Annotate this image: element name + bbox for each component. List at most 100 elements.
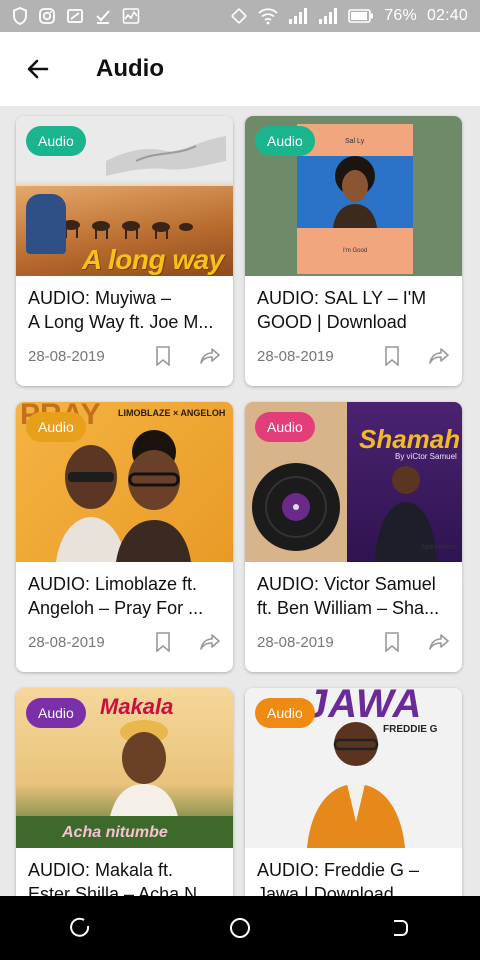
art-title: I'm Good: [343, 248, 368, 254]
card-actions: [384, 346, 450, 366]
post-thumbnail[interactable]: Makala Acha nitumbe Audio: [16, 688, 233, 848]
category-badge: Audio: [26, 698, 86, 728]
share-icon: [200, 348, 220, 364]
download-done-icon: [94, 7, 112, 25]
post-title-line1: AUDIO: Limoblaze ft.: [28, 574, 198, 594]
art-title: Shamah: [359, 424, 461, 454]
post-title[interactable]: AUDIO: Victor Samuel ft. Ben William – S…: [257, 572, 450, 620]
app-bar: Audio: [0, 32, 480, 106]
post-thumbnail[interactable]: Shamah By viCtor Samuel Apex Music Audio: [245, 402, 462, 562]
art-subtitle: FREDDIE G: [383, 724, 438, 735]
post-title-line2: Ester Shilla – Acha N...: [28, 884, 213, 896]
status-left-icons: [12, 7, 140, 25]
post-title-line1: AUDIO: SAL LY – I'M: [257, 288, 427, 308]
post-date: 28-08-2019: [28, 347, 105, 365]
post-card[interactable]: PRAY LIMOBLAZE × ANGELOH Audio AUDIO: Li…: [16, 402, 233, 672]
face-silhouette: [325, 156, 385, 228]
system-nav-bar: [0, 896, 480, 960]
category-badge: Audio: [255, 698, 315, 728]
back-button[interactable]: [22, 53, 54, 85]
post-card[interactable]: JAWA FREDDIE G Audio AUDIO: Freddie G – …: [245, 688, 462, 896]
post-title-line2: A Long Way ft. Joe M...: [28, 312, 214, 332]
card-footer: 28-08-2019: [28, 346, 221, 366]
share-button[interactable]: [428, 346, 450, 366]
post-thumbnail[interactable]: JAWA FREDDIE G Audio: [245, 688, 462, 848]
art-title: LIMOBLAZE × ANGELOH: [118, 408, 226, 418]
post-title-line2: ft. Ben William – Sha...: [257, 598, 440, 618]
vinyl-record: [251, 462, 341, 552]
back-nav-button[interactable]: [380, 908, 420, 948]
recents-icon: [70, 917, 90, 937]
post-title-line2: Jawa | Download: [257, 884, 394, 896]
home-button[interactable]: [220, 908, 260, 948]
instagram-icon: [38, 7, 56, 25]
share-button[interactable]: [428, 632, 450, 652]
card-actions: [155, 632, 221, 652]
screenshot-icon: [66, 7, 84, 25]
wifi-icon: [258, 7, 278, 25]
share-button[interactable]: [199, 632, 221, 652]
page-title: Audio: [96, 55, 164, 82]
category-badge: Audio: [255, 126, 315, 156]
post-card[interactable]: Sal Ly I'm Good Audio AUDIO: SAL LY – I'…: [245, 116, 462, 386]
bookmark-button[interactable]: [155, 346, 171, 366]
rotation-lock-icon: [230, 7, 248, 25]
back-nav-icon: [394, 920, 408, 936]
camel-caravan: [56, 211, 196, 241]
post-title-line2: GOOD | Download: [257, 312, 407, 332]
artist-portrait: [104, 718, 184, 828]
post-title-line1: AUDIO: Makala ft.: [28, 860, 174, 880]
battery-icon: [348, 9, 374, 23]
card-actions: [384, 632, 450, 652]
bookmark-icon: [156, 632, 170, 652]
category-badge: Audio: [26, 412, 86, 442]
post-card[interactable]: Makala Acha nitumbe Audio AUDIO: Makala …: [16, 688, 233, 896]
card-actions: [155, 346, 221, 366]
post-title[interactable]: AUDIO: SAL LY – I'M GOOD | Download: [257, 286, 450, 334]
bookmark-icon: [385, 632, 399, 652]
art-title: Makala: [100, 694, 174, 719]
post-title-line1: AUDIO: Freddie G –: [257, 860, 420, 880]
hands-sketch: [106, 121, 226, 181]
bookmark-button[interactable]: [384, 346, 400, 366]
card-footer: 28-08-2019: [257, 632, 450, 652]
art-artist: Sal Ly: [345, 138, 365, 145]
rider-figure: [26, 194, 66, 254]
signal-icon-2: [318, 8, 338, 24]
post-thumbnail[interactable]: Sal Ly I'm Good Audio: [245, 116, 462, 276]
post-date: 28-08-2019: [257, 347, 334, 365]
recents-button[interactable]: [60, 908, 100, 948]
post-card[interactable]: Shamah By viCtor Samuel Apex Music Audio…: [245, 402, 462, 672]
bookmark-button[interactable]: [155, 632, 171, 652]
category-badge: Audio: [255, 412, 315, 442]
art-title: A long way: [82, 244, 224, 275]
art-footer: Acha nitumbe: [62, 824, 168, 841]
post-title[interactable]: AUDIO: Muyiwa – A Long Way ft. Joe M...: [28, 286, 221, 334]
post-thumbnail[interactable]: A long way Audio: [16, 116, 233, 276]
battery-percent: 76%: [384, 7, 417, 24]
post-title-line2: Angeloh – Pray For ...: [28, 598, 204, 618]
post-grid: A long way Audio AUDIO: Muyiwa – A Long …: [16, 116, 462, 896]
post-thumbnail[interactable]: PRAY LIMOBLAZE × ANGELOH Audio: [16, 402, 233, 562]
artist-right: [116, 430, 191, 562]
category-badge: Audio: [26, 126, 86, 156]
post-card[interactable]: A long way Audio AUDIO: Muyiwa – A Long …: [16, 116, 233, 386]
content-area[interactable]: A long way Audio AUDIO: Muyiwa – A Long …: [0, 106, 480, 896]
card-footer: 28-08-2019: [28, 632, 221, 652]
shield-icon: [12, 7, 28, 25]
post-title-line1: AUDIO: Victor Samuel: [257, 574, 436, 594]
post-title[interactable]: AUDIO: Freddie G – Jawa | Download: [257, 858, 450, 896]
status-bar: 76% 02:40: [0, 0, 480, 32]
share-icon: [429, 348, 449, 364]
post-title[interactable]: AUDIO: Makala ft. Ester Shilla – Acha N.…: [28, 858, 221, 896]
post-title[interactable]: AUDIO: Limoblaze ft. Angeloh – Pray For …: [28, 572, 221, 620]
activity-icon: [122, 7, 140, 25]
art-title: JAWA: [305, 688, 423, 726]
card-footer: 28-08-2019: [257, 346, 450, 366]
share-icon: [200, 634, 220, 650]
share-icon: [429, 634, 449, 650]
share-button[interactable]: [199, 346, 221, 366]
bookmark-button[interactable]: [384, 632, 400, 652]
artist-figure: [301, 718, 411, 848]
bookmark-icon: [156, 346, 170, 366]
